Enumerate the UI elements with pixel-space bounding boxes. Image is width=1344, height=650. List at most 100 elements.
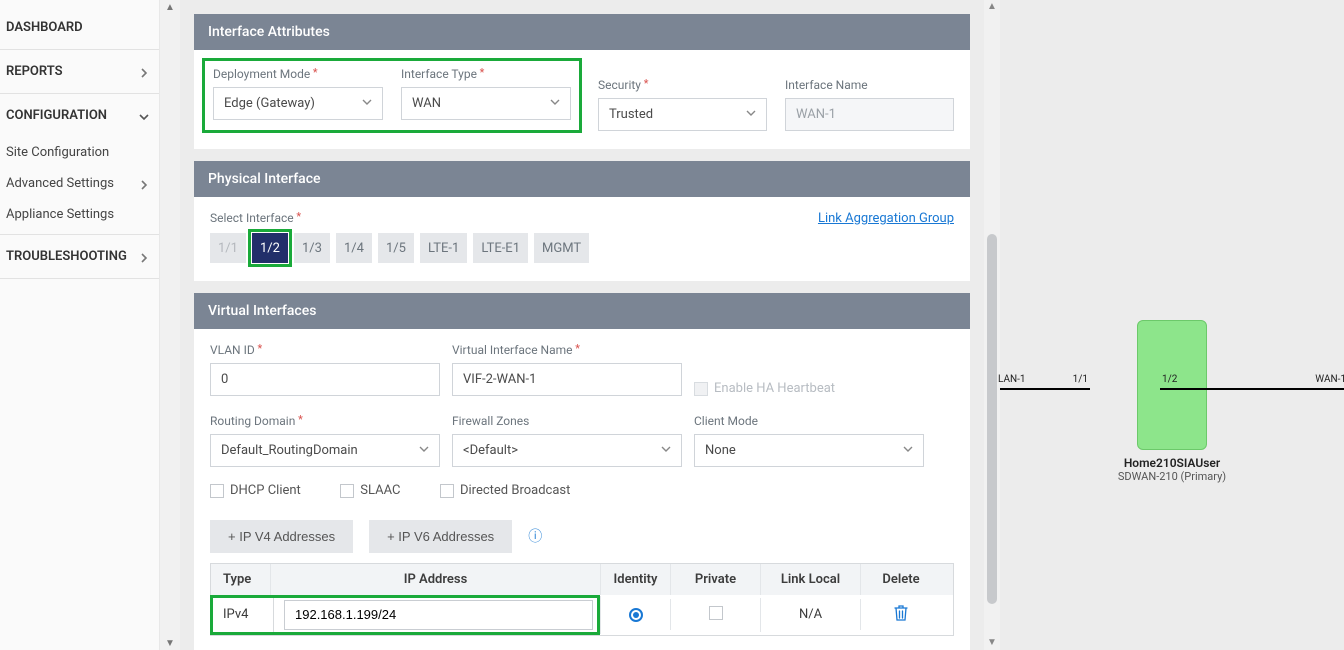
iface-btn-1-5[interactable]: 1/5 bbox=[378, 233, 414, 263]
checkbox-icon bbox=[210, 484, 224, 498]
nav-site-configuration[interactable]: Site Configuration bbox=[0, 137, 159, 168]
nav-reports-label: REPORTS bbox=[6, 64, 63, 79]
interface-type-select[interactable]: WAN bbox=[401, 87, 571, 120]
client-mode-select[interactable]: None bbox=[694, 434, 924, 467]
select-interface-label: Select Interface bbox=[210, 211, 589, 225]
nav-advanced-settings[interactable]: Advanced Settings bbox=[0, 168, 159, 199]
th-link-local: Link Local bbox=[761, 564, 861, 595]
chevron-down-icon bbox=[550, 96, 560, 111]
scroll-thumb[interactable] bbox=[987, 234, 997, 604]
firewall-zones-select[interactable]: <Default> bbox=[452, 434, 682, 467]
ip-address-input[interactable] bbox=[284, 600, 593, 630]
scroll-up-icon[interactable]: ▲ bbox=[987, 0, 997, 14]
scroll-down-icon[interactable]: ▼ bbox=[987, 636, 997, 650]
firewall-zones-value: <Default> bbox=[463, 443, 518, 458]
chevron-down-icon bbox=[903, 443, 913, 458]
scroll-track[interactable] bbox=[160, 14, 180, 636]
section-body-virtual-interfaces: VLAN ID 0 Virtual Interface Name VIF-2-W… bbox=[194, 329, 970, 650]
nav-dashboard[interactable]: DASHBOARD bbox=[0, 10, 159, 45]
nav-advanced-settings-label: Advanced Settings bbox=[6, 176, 114, 191]
nav-configuration[interactable]: CONFIGURATION bbox=[0, 98, 159, 133]
network-diagram: LAN-1 1/1 1/2 WAN-1 Home210SIAUser SDWAN… bbox=[1000, 320, 1344, 483]
interface-name-input: WAN-1 bbox=[785, 98, 954, 131]
nav-appliance-settings[interactable]: Appliance Settings bbox=[0, 199, 159, 230]
routing-domain-label: Routing Domain bbox=[210, 414, 440, 428]
add-ipv6-button[interactable]: + IP V6 Addresses bbox=[369, 520, 512, 553]
diag-port-1-2: 1/2 bbox=[1162, 374, 1177, 385]
main-content: Interface Attributes Deployment Mode Edg… bbox=[180, 0, 984, 650]
section-title: Virtual Interfaces bbox=[208, 303, 316, 319]
dhcp-client-checkbox[interactable]: DHCP Client bbox=[210, 483, 301, 498]
device-box[interactable] bbox=[1137, 320, 1207, 450]
section-title: Physical Interface bbox=[208, 171, 321, 187]
nav-troubleshooting-label: TROUBLESHOOTING bbox=[6, 249, 127, 264]
section-body-physical-interface: Select Interface 1/1 1/2 1/3 1/4 1/5 LTE… bbox=[194, 197, 970, 281]
directed-broadcast-checkbox[interactable]: Directed Broadcast bbox=[440, 483, 570, 498]
main-scrollbar[interactable]: ▲ ▼ bbox=[984, 0, 1000, 650]
th-private: Private bbox=[671, 564, 761, 595]
table-header-row: Type IP Address Identity Private Link Lo… bbox=[211, 564, 953, 595]
chevron-down-icon bbox=[746, 107, 756, 122]
slaac-checkbox[interactable]: SLAAC bbox=[340, 483, 400, 498]
diag-wan-label: WAN-1 bbox=[1315, 374, 1344, 385]
checkbox-icon bbox=[440, 484, 454, 498]
nav-configuration-label: CONFIGURATION bbox=[6, 108, 107, 123]
iface-btn-1-4[interactable]: 1/4 bbox=[336, 233, 372, 263]
security-label: Security bbox=[598, 78, 767, 92]
chevron-right-icon bbox=[139, 252, 149, 262]
th-type: Type bbox=[211, 564, 271, 595]
vif-name-input[interactable]: VIF-2-WAN-1 bbox=[452, 363, 682, 396]
nav-troubleshooting[interactable]: TROUBLESHOOTING bbox=[0, 239, 159, 274]
vif-name-label: Virtual Interface Name bbox=[452, 343, 682, 357]
iface-btn-1-3[interactable]: 1/3 bbox=[294, 233, 330, 263]
left-nav: DASHBOARD REPORTS CONFIGURATION Site Con… bbox=[0, 0, 160, 650]
interface-type-label: Interface Type bbox=[401, 67, 571, 81]
interface-type-value: WAN bbox=[412, 96, 441, 111]
client-mode-label: Client Mode bbox=[694, 414, 924, 428]
private-checkbox[interactable] bbox=[709, 606, 723, 620]
vlan-id-label: VLAN ID bbox=[210, 343, 440, 357]
section-title: Interface Attributes bbox=[208, 24, 330, 40]
private-cell bbox=[671, 598, 761, 632]
diagram-panel: LAN-1 1/1 1/2 WAN-1 Home210SIAUser SDWAN… bbox=[1000, 0, 1344, 650]
dhcp-client-label: DHCP Client bbox=[230, 483, 301, 498]
iface-btn-1-1[interactable]: 1/1 bbox=[210, 233, 246, 263]
section-header-interface-attributes: Interface Attributes bbox=[194, 14, 970, 50]
directed-broadcast-label: Directed Broadcast bbox=[460, 483, 570, 498]
diag-device-name: Home210SIAUser bbox=[1118, 456, 1226, 470]
scroll-up-icon[interactable]: ▲ bbox=[160, 0, 180, 14]
highlight-box-deployment-interface: Deployment Mode Edge (Gateway) Interface… bbox=[202, 58, 582, 133]
ip-type-value: IPv4 bbox=[223, 607, 248, 622]
diag-device-model: SDWAN-210 (Primary) bbox=[1118, 470, 1226, 483]
vlan-id-input[interactable]: 0 bbox=[210, 363, 440, 396]
info-icon[interactable]: ⓘ bbox=[528, 526, 542, 546]
chevron-down-icon bbox=[661, 443, 671, 458]
identity-cell bbox=[601, 599, 671, 630]
iface-btn-lte-1[interactable]: LTE-1 bbox=[420, 233, 467, 263]
scroll-track[interactable] bbox=[984, 14, 1000, 636]
link-aggregation-group-link[interactable]: Link Aggregation Group bbox=[818, 211, 954, 226]
iface-btn-mgmt[interactable]: MGMT bbox=[534, 233, 589, 263]
add-ipv4-button[interactable]: + IP V4 Addresses bbox=[210, 520, 353, 553]
highlight-box-ip-row: IPv4 bbox=[210, 595, 600, 635]
nav-reports[interactable]: REPORTS bbox=[0, 54, 159, 89]
th-ip: IP Address bbox=[271, 564, 601, 595]
iface-btn-1-2[interactable]: 1/2 bbox=[252, 233, 288, 263]
security-select[interactable]: Trusted bbox=[598, 98, 767, 131]
interface-name-value: WAN-1 bbox=[796, 107, 836, 122]
scroll-down-icon[interactable]: ▼ bbox=[160, 636, 180, 650]
chevron-right-icon bbox=[139, 67, 149, 77]
wire-lan: LAN-1 1/1 bbox=[1000, 388, 1090, 390]
identity-radio[interactable] bbox=[629, 608, 643, 622]
chevron-right-icon bbox=[139, 179, 149, 189]
nav-site-configuration-label: Site Configuration bbox=[6, 145, 109, 160]
nav-dashboard-label: DASHBOARD bbox=[6, 20, 83, 35]
th-delete: Delete bbox=[861, 564, 941, 595]
routing-domain-select[interactable]: Default_RoutingDomain bbox=[210, 434, 440, 467]
security-value: Trusted bbox=[609, 107, 653, 122]
chevron-down-icon bbox=[139, 111, 149, 121]
trash-icon[interactable] bbox=[894, 606, 908, 625]
iface-btn-lte-e1[interactable]: LTE-E1 bbox=[473, 233, 528, 263]
deployment-mode-select[interactable]: Edge (Gateway) bbox=[213, 87, 383, 120]
nav-scrollbar[interactable]: ▲ ▼ bbox=[160, 0, 180, 650]
